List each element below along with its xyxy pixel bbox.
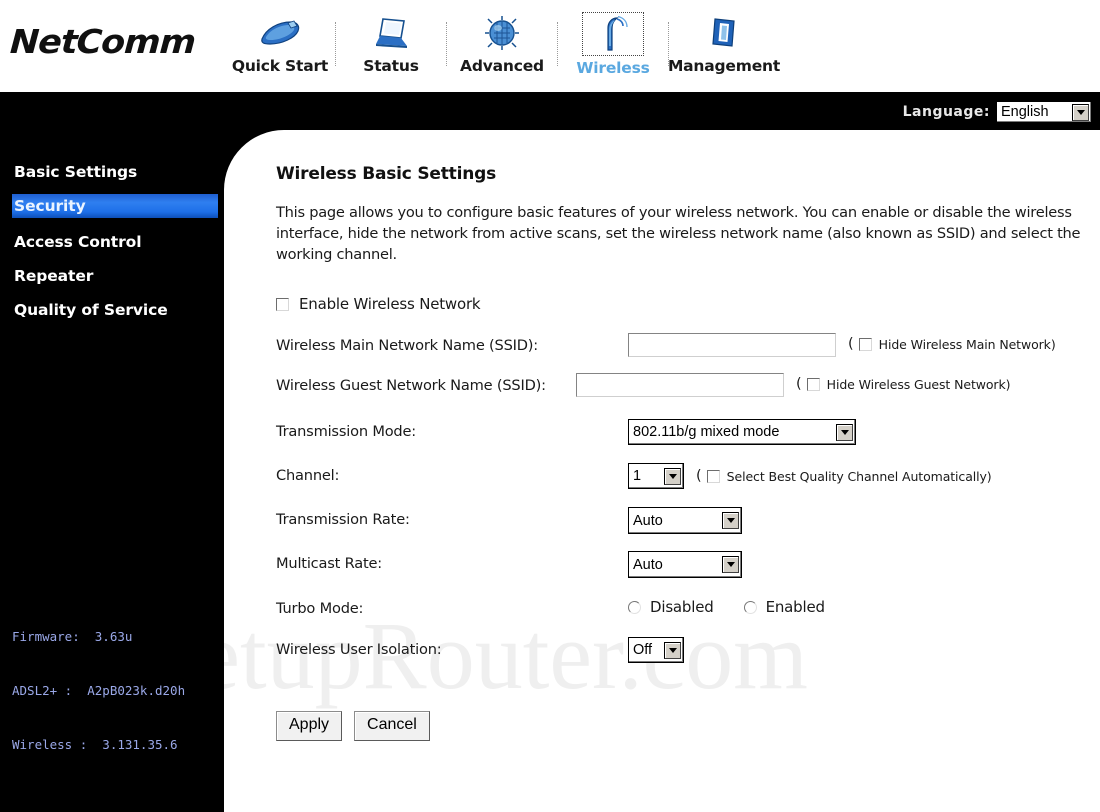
hide-main-network-checkbox[interactable] (858, 338, 872, 351)
transmission-mode-row: Transmission Mode: 802.11b/g mixed mode (276, 419, 1100, 445)
ssid-guest-label: Wireless Guest Network Name (SSID): (276, 377, 546, 394)
chevron-down-icon (664, 467, 681, 485)
hide-guest-network-group: Hide Wireless Guest Network) (806, 376, 1011, 393)
chip-icon (475, 12, 529, 54)
multicast-rate-label: Multicast Rate: (276, 555, 382, 572)
multicast-rate-row: Multicast Rate: Auto (276, 551, 1100, 578)
turbo-mode-enabled-label: Enabled (765, 598, 825, 616)
transmission-rate-value: Auto (633, 512, 663, 529)
sidebar-label-security: Security (14, 197, 86, 215)
page-header: NetComm Quick Start Status Advanced Wire… (0, 0, 1100, 92)
nav-item-wireless[interactable]: Wireless (558, 8, 668, 77)
language-label: Language: (902, 104, 990, 120)
nav-label-advanced: Advanced (460, 57, 544, 75)
multicast-rate-value: Auto (633, 556, 663, 573)
transmission-mode-select[interactable]: 802.11b/g mixed mode (628, 419, 856, 445)
nav-label-quick-start: Quick Start (231, 57, 329, 75)
chevron-down-icon (836, 423, 853, 441)
enable-wireless-checkbox[interactable] (276, 297, 289, 311)
turbo-mode-row: Turbo Mode: Disabled Enabled (276, 596, 1100, 619)
chevron-down-icon (722, 512, 739, 529)
hide-main-network-group: Hide Wireless Main Network) (858, 336, 1056, 353)
channel-row: Channel: 1 ( Select Best Quality Channel… (276, 463, 1100, 489)
ssid-guest-input[interactable] (576, 373, 784, 397)
sidebar-item-quality-of-service[interactable]: Quality of Service (0, 298, 224, 322)
chevron-down-icon (722, 556, 739, 573)
laptop-icon (364, 12, 418, 54)
nav-item-advanced[interactable]: Advanced (447, 8, 557, 75)
sidebar-label-basic-settings: Basic Settings (14, 163, 138, 181)
ssid-guest-row: Wireless Guest Network Name (SSID): ( Hi… (276, 373, 1100, 397)
user-isolation-value: Off (633, 642, 653, 658)
sidebar-item-repeater[interactable]: Repeater (0, 264, 224, 288)
channel-label: Channel: (276, 467, 340, 484)
sidebar-item-access-control[interactable]: Access Control (0, 230, 224, 254)
ssid-main-input[interactable] (628, 333, 836, 357)
nav-label-management: Management (667, 57, 781, 75)
paren-open: ( (848, 336, 854, 352)
nav-item-status[interactable]: Status (336, 8, 446, 75)
user-isolation-row: Wireless User Isolation: Off (276, 637, 1100, 663)
book-icon (697, 12, 751, 54)
turbo-mode-label: Turbo Mode: (276, 600, 364, 617)
auto-channel-label: Select Best Quality Channel Automaticall… (726, 468, 992, 484)
page-title: Wireless Basic Settings (276, 164, 497, 184)
user-isolation-select[interactable]: Off (628, 637, 684, 663)
cancel-button[interactable]: Cancel (354, 711, 430, 741)
language-select-value: English (1001, 104, 1049, 120)
paren-open: ( (696, 468, 702, 484)
hide-guest-network-checkbox[interactable] (806, 378, 820, 391)
nav-item-management[interactable]: Management (667, 8, 781, 75)
sidebar-label-repeater: Repeater (14, 267, 94, 285)
paren-open: ( (796, 376, 802, 392)
main-navigation: Quick Start Status Advanced Wireless Man… (225, 8, 781, 84)
sidebar-item-basic-settings[interactable]: Basic Settings (0, 160, 224, 184)
turbo-mode-disabled-radio[interactable] (628, 600, 641, 614)
antenna-icon (582, 12, 644, 56)
channel-select[interactable]: 1 (628, 463, 684, 489)
chevron-down-icon (1072, 103, 1089, 121)
language-select[interactable]: English (996, 101, 1092, 123)
transmission-mode-label: Transmission Mode: (276, 423, 416, 440)
ssid-main-row: Wireless Main Network Name (SSID): ( Hid… (276, 333, 1100, 357)
hide-guest-network-label: Hide Wireless Guest Network) (826, 377, 1011, 392)
user-isolation-label: Wireless User Isolation: (276, 641, 442, 658)
firmware-info: Firmware: 3.63u ADSL2+ : A2pB023k.d20h W… (12, 592, 185, 790)
turbo-mode-enabled-radio[interactable] (743, 600, 757, 614)
settings-form: Wireless Basic Settings This page allows… (276, 130, 1100, 741)
turbo-mode-enabled-option[interactable]: Enabled (743, 598, 825, 616)
wireless-version-line: Wireless : 3.131.35.6 (12, 737, 178, 752)
hide-main-network-label: Hide Wireless Main Network) (878, 337, 1056, 352)
enable-wireless-row: Enable Wireless Network (276, 295, 1100, 313)
turbo-mode-disabled-option[interactable]: Disabled (628, 598, 714, 616)
transmission-rate-row: Transmission Rate: Auto (276, 507, 1100, 534)
channel-value: 1 (633, 468, 642, 484)
nav-item-quick-start[interactable]: Quick Start (225, 8, 335, 75)
page-description: This page allows you to configure basic … (276, 204, 1081, 263)
nav-label-wireless: Wireless (576, 59, 650, 77)
transmission-rate-select[interactable]: Auto (628, 507, 742, 534)
form-actions: Apply Cancel (276, 711, 1100, 741)
enable-wireless-label: Enable Wireless Network (299, 295, 481, 313)
auto-channel-group: Select Best Quality Channel Automaticall… (706, 468, 992, 485)
multicast-rate-select[interactable]: Auto (628, 551, 742, 578)
sidebar-item-security[interactable]: Security (12, 194, 218, 218)
sidebar-label-quality-of-service: Quality of Service (14, 301, 168, 319)
transmission-rate-label: Transmission Rate: (276, 511, 410, 528)
auto-channel-checkbox[interactable] (706, 469, 720, 483)
nav-label-status: Status (363, 57, 419, 75)
mouse-icon (253, 12, 307, 54)
turbo-mode-disabled-label: Disabled (650, 598, 714, 616)
netcomm-logo: NetComm (9, 22, 197, 61)
firmware-version-line: Firmware: 3.63u (12, 629, 133, 644)
apply-button[interactable]: Apply (276, 711, 343, 741)
content-panel: SetupRouter.com Wireless Basic Settings … (224, 130, 1100, 812)
ssid-main-label: Wireless Main Network Name (SSID): (276, 337, 539, 354)
transmission-mode-value: 802.11b/g mixed mode (633, 424, 780, 440)
adsl-version-line: ADSL2+ : A2pB023k.d20h (12, 683, 186, 698)
language-bar: Language: English (0, 92, 1100, 132)
sidebar-label-access-control: Access Control (14, 233, 142, 251)
chevron-down-icon (664, 641, 681, 659)
